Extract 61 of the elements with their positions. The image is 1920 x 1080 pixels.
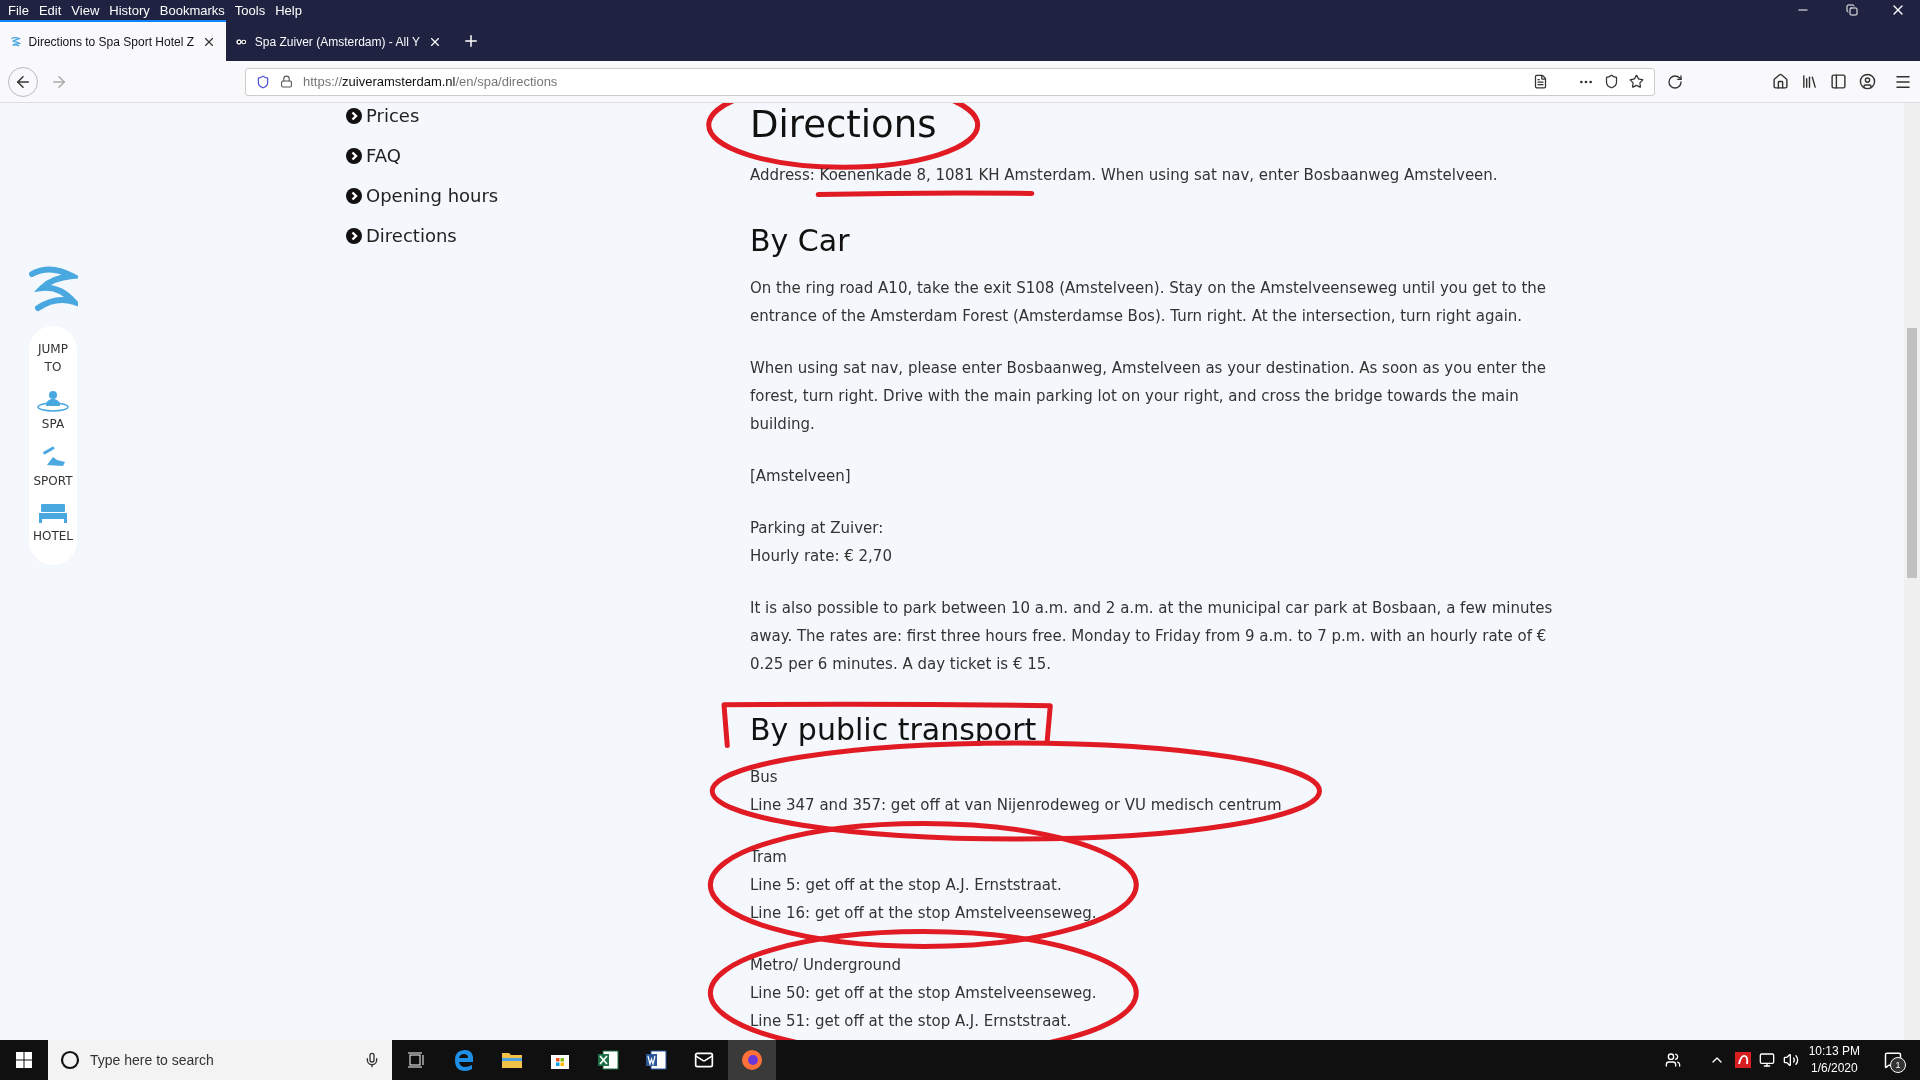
people-icon[interactable]: [1664, 1052, 1681, 1068]
scrollbar-thumb[interactable]: [1907, 328, 1917, 578]
sidebar-icon[interactable]: [1830, 73, 1847, 90]
page-title: Directions: [750, 103, 937, 147]
browser-tab[interactable]: Directions to Spa Sport Hotel Z: [0, 20, 226, 61]
side-nav-link[interactable]: Directions: [346, 223, 750, 248]
menu-item[interactable]: Edit: [34, 2, 68, 18]
menu-item[interactable]: History: [105, 2, 156, 18]
body-text: On the ring road A10, take the exit S108 (Amstelveen). Stay on the Amstelveenseweg until you get to the entrance of the Amsterdam Forest (Amsterdamse Bos). Turn right. At the intersection, turn right again.: [750, 278, 1548, 327]
side-nav-link[interactable]: Opening hours: [346, 183, 750, 208]
body-text: [Amstelveen]: [750, 466, 851, 487]
jump-link[interactable]: HOTEL: [32, 502, 74, 543]
body-text: Parking at Zuiver:: [750, 518, 885, 539]
lock-icon[interactable]: [280, 75, 293, 88]
chevron-circle-icon: [346, 147, 362, 164]
library-icon[interactable]: [1801, 73, 1818, 90]
cortana-circle-icon: [60, 1050, 80, 1070]
chevron-circle-icon: [346, 227, 362, 244]
body-text: Line 51: get off at the stop A.J. Ernststraat.: [750, 1011, 1073, 1032]
shield-icon[interactable]: [256, 74, 270, 89]
menu-item[interactable]: Tools: [230, 2, 272, 18]
network-icon[interactable]: [1758, 1052, 1775, 1068]
body-text: Bus: [750, 767, 779, 788]
home-icon[interactable]: [1772, 73, 1789, 90]
bed-icon: [38, 502, 68, 524]
jump-link[interactable]: SPORT: [33, 445, 73, 488]
body-text: Line 50: get off at the stop Amstelveenseweg.: [750, 983, 1097, 1004]
body-text: Line 5: get off at the stop A.J. Ernststraat.: [750, 875, 1063, 896]
body-text: Hourly rate: € 2,70: [750, 546, 892, 567]
chevron-circle-icon: [346, 107, 362, 124]
restore-icon[interactable]: [1846, 4, 1858, 16]
chevron-circle-icon: [346, 187, 362, 204]
person-in-pool-icon: [37, 390, 69, 412]
section-heading: By public transport: [750, 708, 1037, 752]
body-text: When using sat nav, please enter Bosbaanweg, Amstelveen as your destination. As soon as you enter the forest, turn right. Drive with the main parking lot on your right, and cross the bridge towards the main building.: [750, 358, 1548, 435]
reader-view-icon[interactable]: [1533, 74, 1548, 89]
body-text: Tram: [750, 847, 788, 868]
body-text: It is also possible to park between 10 a.m. and 2 a.m. at the municipal car park at Bosbaan, a few minutes away. The rates are: first three hours free. Monday to Friday from 9 a.m. to 7 p.m. with an hourly rate of € 0.25 per 6 minutes. A day ticket is € 15.: [750, 598, 1554, 675]
side-nav-link[interactable]: FAQ: [346, 143, 750, 168]
reload-icon[interactable]: [1667, 73, 1683, 90]
taskbar-clock[interactable]: 10:13 PM 1/6/2020: [1808, 1043, 1860, 1077]
section-heading: By Car: [750, 222, 850, 260]
jump-to-label: JUMP TO: [36, 341, 69, 376]
menu-item[interactable]: View: [67, 2, 106, 18]
url-text: https://zuiveramsterdam.nl/en/spa/directions: [303, 74, 559, 89]
star-icon[interactable]: [1629, 74, 1644, 89]
jump-link[interactable]: SPA: [37, 390, 69, 431]
browser-tab[interactable]: Spa Zuiver (Amsterdam) - All Y: [226, 20, 452, 61]
account-icon[interactable]: [1859, 73, 1876, 90]
menu-item[interactable]: File: [4, 2, 35, 18]
menu-item[interactable]: Bookmarks: [155, 2, 231, 18]
body-text: Line 347 and 357: get off at van Nijenrodeweg or VU medisch centrum: [750, 795, 1282, 816]
side-nav-link[interactable]: Prices: [346, 103, 750, 128]
body-text: Line 16: get off at the stop Amstelveenseweg.: [750, 903, 1097, 924]
menu-item[interactable]: Help: [271, 2, 308, 18]
taskbar-search-field[interactable]: Type here to search: [48, 1040, 392, 1080]
address-text: Address: Koenenkade 8, 1081 KH Amsterdam. When using sat nav, enter Bosbaanweg Amstelveen.: [750, 165, 1498, 186]
notification-count: 1: [1890, 1057, 1906, 1073]
body-text: Metro/ Underground: [750, 955, 903, 976]
address-bar[interactable]: https://zuiveramsterdam.nl/en/spa/directions: [245, 67, 1655, 96]
microphone-icon[interactable]: [364, 1052, 380, 1068]
